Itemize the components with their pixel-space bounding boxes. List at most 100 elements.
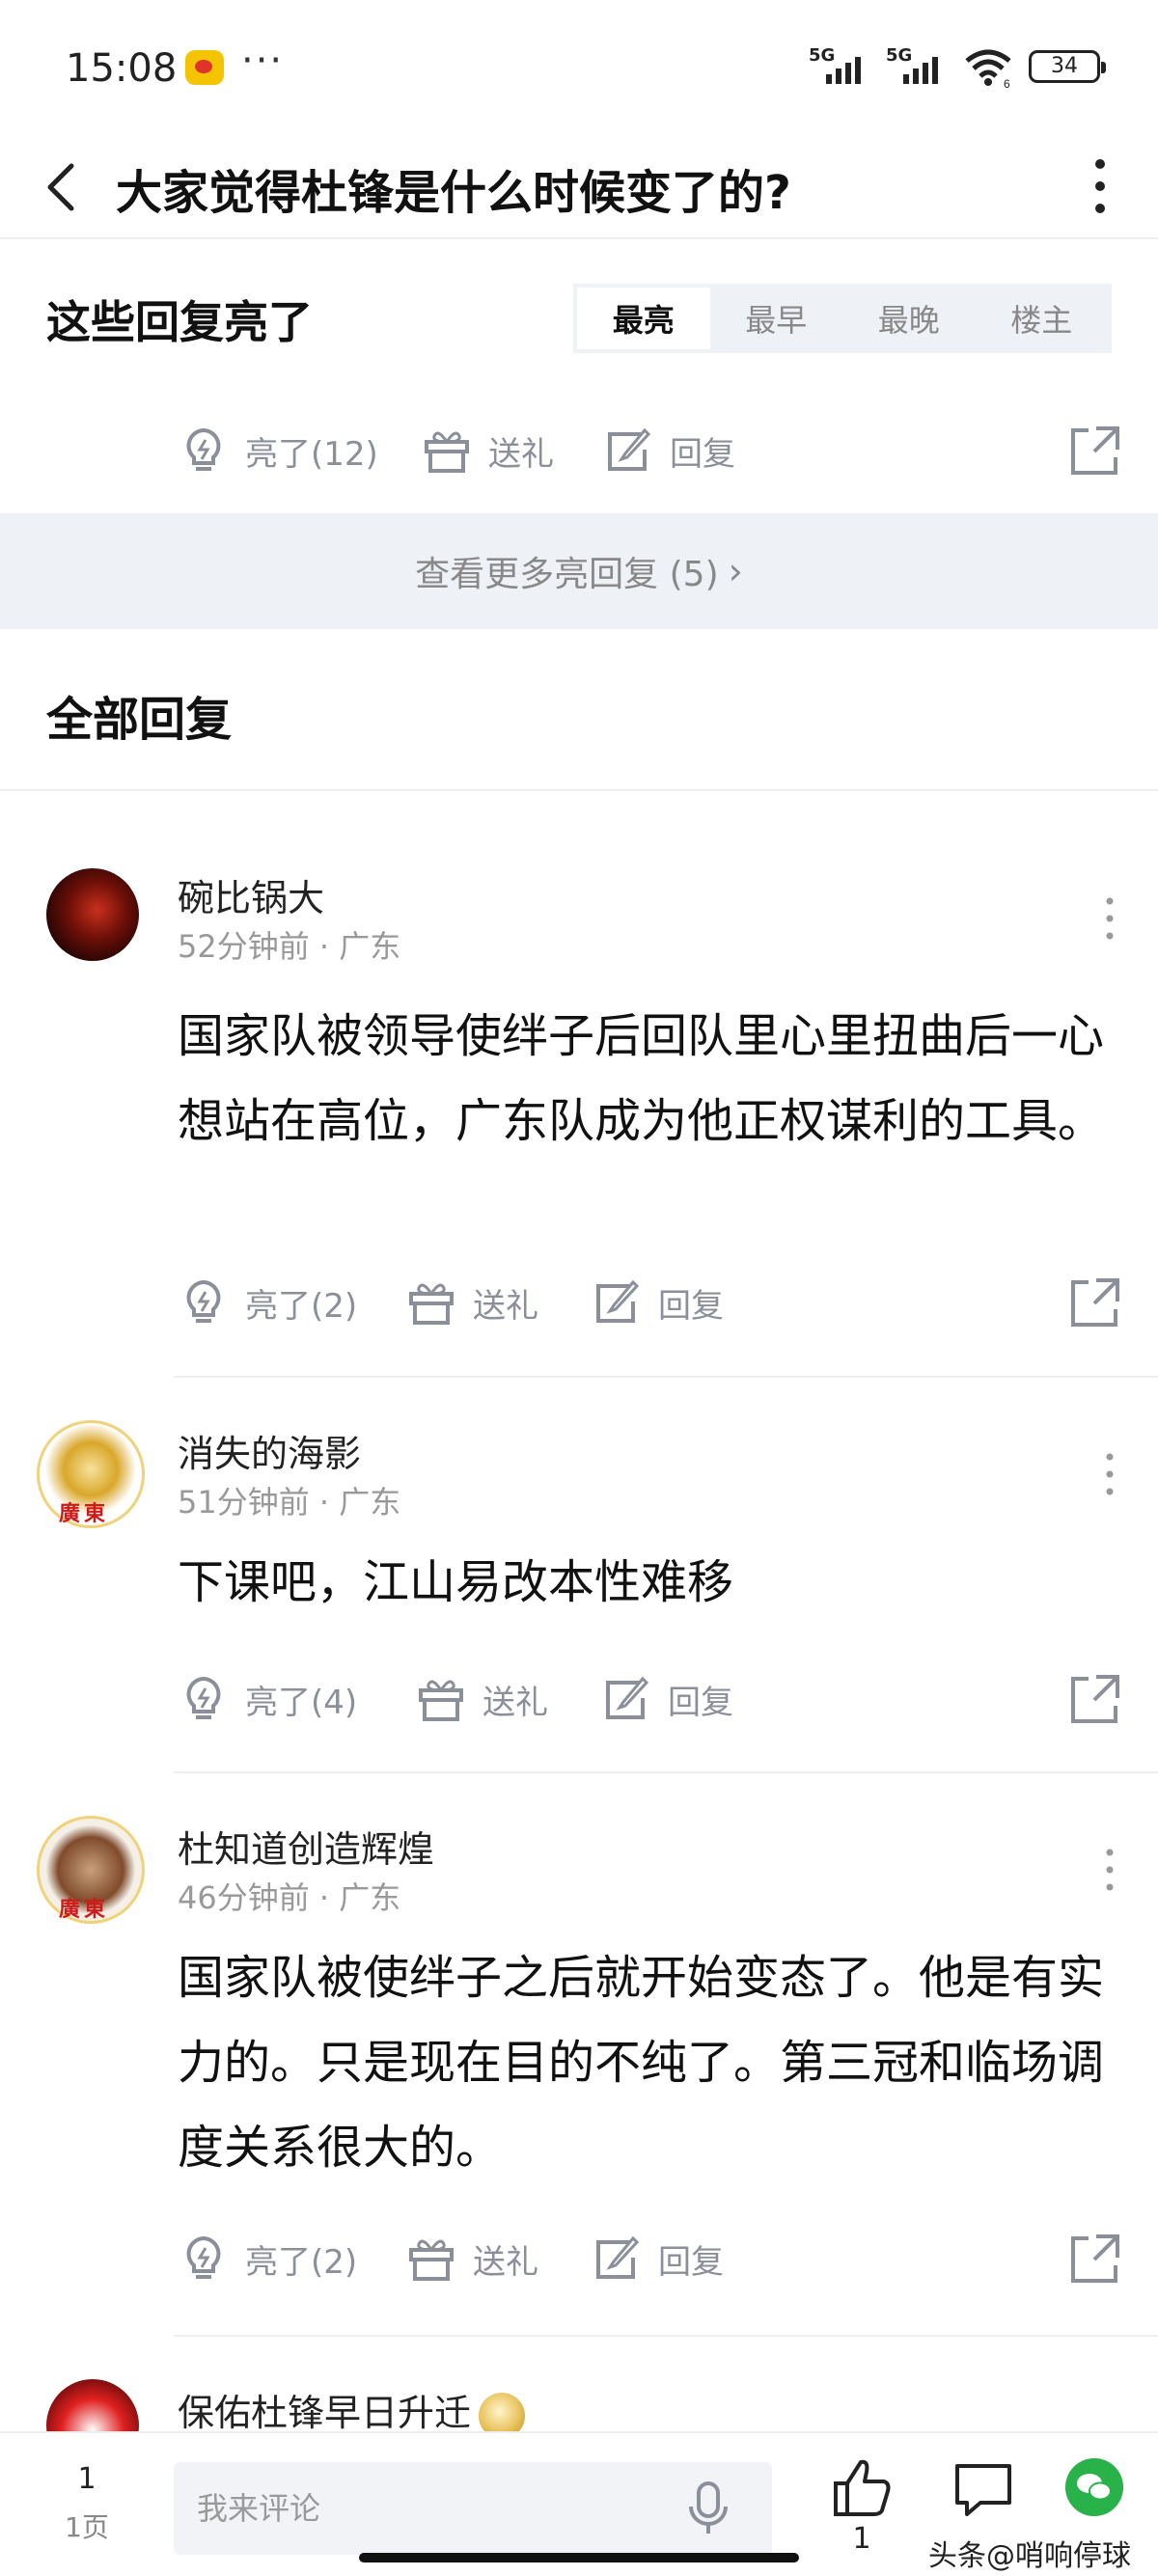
- comment-username-text: 保佑杜锋早日升迁: [178, 2392, 472, 2434]
- comment-username[interactable]: 保佑杜锋早日升迁: [178, 2383, 526, 2439]
- back-icon[interactable]: [35, 158, 93, 216]
- chat-bubble-icon[interactable]: [951, 2458, 1015, 2522]
- edit-icon: [596, 2235, 640, 2279]
- action-row: 亮了(2) 送礼 回复: [178, 1269, 1123, 1336]
- bright-button[interactable]: 亮了(4): [178, 1665, 357, 1733]
- comment-location: 广东: [339, 928, 401, 965]
- chevron-right-icon: ›: [728, 550, 743, 592]
- thumbs-up-icon[interactable]: [828, 2454, 896, 2522]
- more-vertical-icon[interactable]: [1100, 895, 1119, 942]
- more-bright-replies-link[interactable]: 查看更多亮回复 (5) ›: [0, 513, 1158, 629]
- bright-label: 亮了(2): [245, 1286, 358, 1326]
- comment-divider: [174, 2335, 1158, 2337]
- signal-icon: 5G: [809, 45, 870, 88]
- avatar[interactable]: 廣東: [37, 1420, 145, 1528]
- action-row: 亮了(4) 送礼 回复: [178, 1665, 1123, 1733]
- comment-username[interactable]: 杜知道创造辉煌: [178, 1820, 434, 1873]
- tab-op-only[interactable]: 楼主: [976, 288, 1109, 349]
- bulb-icon: [186, 1676, 221, 1719]
- edit-icon: [606, 1676, 649, 1719]
- highlight-title: 这些回复亮了: [46, 296, 313, 348]
- reply-button[interactable]: 回复: [600, 1665, 733, 1733]
- tab-latest[interactable]: 最晚: [842, 288, 976, 349]
- more-vertical-icon[interactable]: [1100, 1847, 1119, 1893]
- comment-divider: [174, 1771, 1158, 1773]
- comment-time: 51分钟前: [178, 1484, 310, 1521]
- gift-button[interactable]: 送礼: [405, 1269, 538, 1336]
- gift-button[interactable]: 送礼: [415, 1665, 548, 1733]
- more-bright-label: 查看更多亮回复 (5): [415, 555, 719, 594]
- edit-icon: [596, 1279, 640, 1323]
- share-icon[interactable]: [1067, 2231, 1123, 2287]
- page-label[interactable]: 1页: [58, 2507, 116, 2545]
- action-row: 亮了(2) 送礼 回复: [178, 2225, 1123, 2292]
- meta-separator: ·: [318, 1879, 330, 1916]
- reply-button[interactable]: 回复: [591, 2225, 724, 2292]
- gift-icon: [409, 2239, 454, 2281]
- comment-time: 46分钟前: [178, 1879, 310, 1916]
- edit-icon: [608, 427, 651, 471]
- comment-divider: [174, 1376, 1158, 1378]
- gift-label: 送礼: [473, 1286, 538, 1326]
- more-vertical-icon[interactable]: [1100, 1451, 1119, 1497]
- action-row: 亮了(12) 送礼 回复: [178, 417, 1123, 484]
- tab-earliest[interactable]: 最早: [710, 288, 843, 349]
- meta-separator: ·: [318, 1484, 330, 1521]
- comment-text: 国家队被领导使绊子后回队里心里扭曲后一心想站在高位，广东队成为他正权谋利的工具。: [178, 1009, 1105, 1148]
- wifi-sub-label: 6: [1004, 77, 1010, 88]
- comment-meta: 51分钟前 · 广东: [178, 1478, 400, 1522]
- reply-label: 回复: [670, 434, 735, 474]
- avatar-text: 廣東: [59, 1502, 110, 1526]
- bright-button[interactable]: 亮了(2): [178, 2225, 357, 2292]
- reply-label: 回复: [658, 1286, 724, 1326]
- bright-button[interactable]: 亮了(12): [178, 417, 378, 484]
- avatar[interactable]: 廣東: [37, 1816, 145, 1924]
- bright-button[interactable]: 亮了(2): [178, 1269, 357, 1336]
- comment-username[interactable]: 碗比锅大: [178, 868, 324, 921]
- battery-icon: 34: [1029, 50, 1106, 83]
- more-vertical-icon[interactable]: [1081, 152, 1119, 220]
- gift-button[interactable]: 送礼: [421, 417, 554, 484]
- comment-time: 52分钟前: [178, 928, 310, 965]
- wechat-icon[interactable]: [1065, 2458, 1123, 2516]
- gift-label: 送礼: [473, 2242, 538, 2282]
- status-indicators: 5G 5G 6 34: [809, 42, 1106, 91]
- reply-button[interactable]: 回复: [602, 417, 735, 484]
- home-indicator[interactable]: [359, 2553, 799, 2562]
- page-number[interactable]: 1: [58, 2462, 116, 2496]
- meta-separator: ·: [318, 928, 330, 965]
- avatar-text: 廣東: [59, 1898, 110, 1922]
- reply-label: 回复: [668, 1683, 733, 1722]
- wifi-icon: 6: [965, 49, 1011, 88]
- title-bar: 大家觉得杜锋是什么时候变了的?: [0, 135, 1158, 239]
- sort-tabs: 最亮 最早 最晚 楼主: [573, 284, 1112, 353]
- gift-icon: [425, 431, 469, 473]
- bulb-icon: [186, 427, 221, 471]
- bulb-icon: [186, 2235, 221, 2279]
- share-icon[interactable]: [1067, 423, 1123, 479]
- gift-label: 送礼: [482, 1683, 548, 1722]
- reply-button[interactable]: 回复: [591, 1269, 724, 1336]
- tab-brightest[interactable]: 最亮: [577, 288, 710, 349]
- gift-button[interactable]: 送礼: [405, 2225, 538, 2292]
- reply-label: 回复: [658, 2242, 724, 2282]
- weibo-icon: [185, 50, 224, 85]
- gift-icon: [419, 1680, 463, 1721]
- all-replies-title: 全部回复: [46, 693, 233, 747]
- share-icon[interactable]: [1067, 1274, 1123, 1330]
- bright-label: 亮了(2): [245, 2242, 358, 2282]
- bottom-bar: 1 1页 1 头条@哨响停球: [0, 2431, 1158, 2576]
- comment-meta: 52分钟前 · 广东: [178, 922, 400, 967]
- status-bar: 15:08 ··· 5G 5G 6 34: [0, 0, 1158, 135]
- avatar[interactable]: [46, 868, 139, 961]
- status-more-dots: ···: [241, 39, 285, 83]
- mic-icon[interactable]: [681, 2480, 735, 2537]
- share-icon[interactable]: [1067, 1671, 1123, 1727]
- comment-location: 广东: [339, 1484, 401, 1521]
- comment-username[interactable]: 消失的海影: [178, 1424, 361, 1477]
- watermark: 头条@哨响停球: [928, 2539, 1131, 2573]
- highlight-section-header: 这些回复亮了 最亮 最早 最晚 楼主: [0, 241, 1158, 397]
- comment-text: 国家队被使绊子之后就开始变态了。他是有实力的。只是现在目的不纯了。第三冠和临场调…: [178, 1951, 1105, 2175]
- comment-location: 广东: [339, 1879, 401, 1916]
- comment-text: 下课吧，江山易改本性难移: [178, 1555, 734, 1609]
